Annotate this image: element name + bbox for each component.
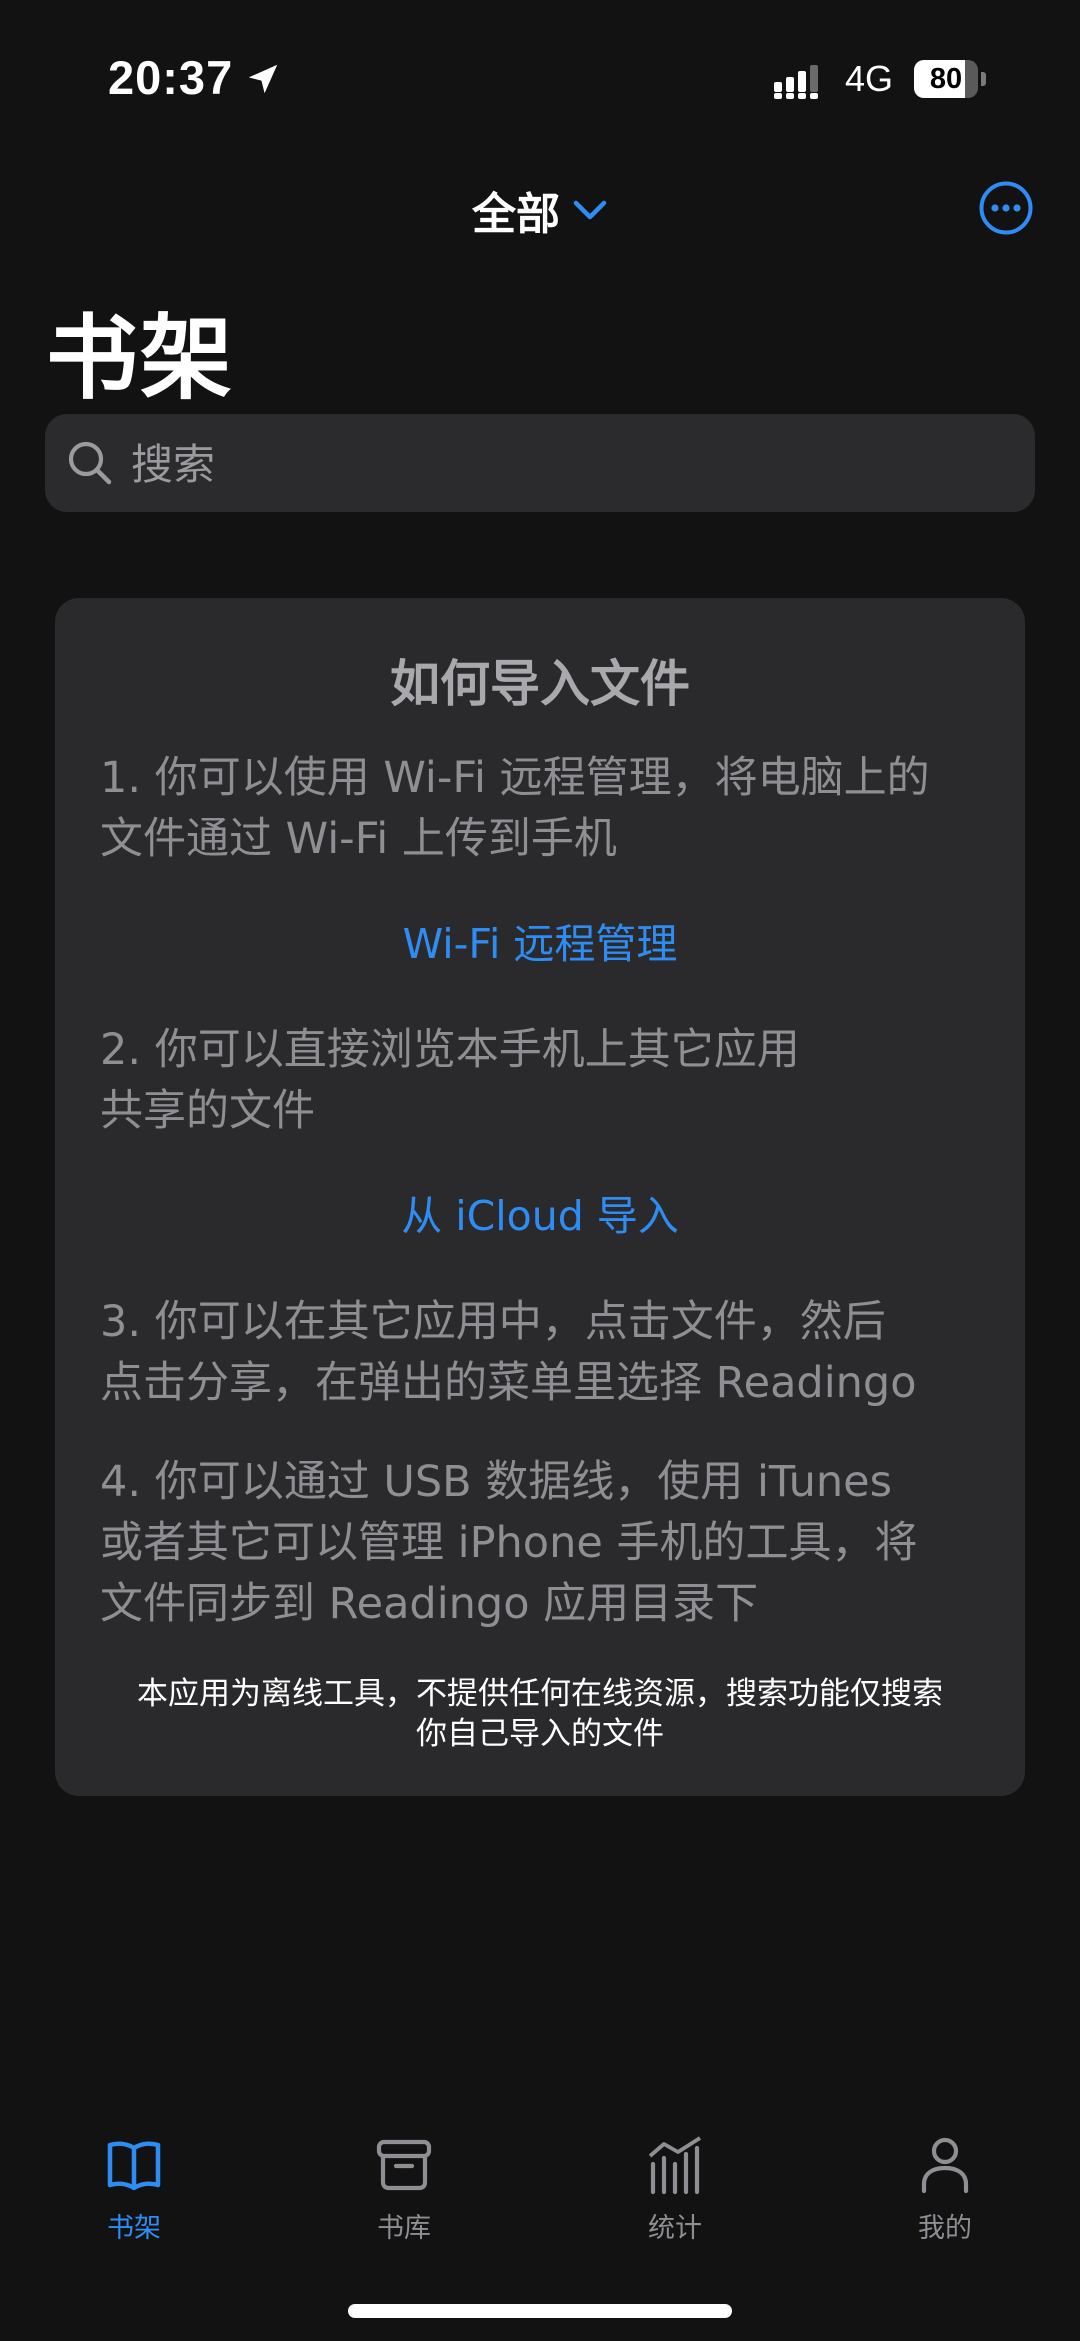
step-4-text: 4. 你可以通过 USB 数据线，使用 iTunes 或者其它可以管理 iPho… [100,1452,1020,1635]
chevron-down-icon [573,200,607,220]
step-3-text: 3. 你可以在其它应用中，点击文件，然后 点击分享，在弹出的菜单里选择 Read… [100,1292,1020,1414]
step-3-line: 3. 你可以在其它应用中，点击文件，然后 [100,1297,886,1347]
location-arrow-icon [248,64,278,94]
tab-label: 书库 [377,2213,431,2244]
card-title: 如何导入文件 [390,655,690,713]
screen: 20:37 4G 80 全部 书架 搜索 如何导入文件 1. 你可以使用 Wi-… [0,0,1080,2341]
import-help-card: 如何导入文件 1. 你可以使用 Wi-Fi 远程管理，将电脑上的 文件通过 Wi… [55,598,1025,1796]
step-4-line: 4. 你可以通过 USB 数据线，使用 iTunes [100,1457,893,1507]
page-title: 书架 [46,305,235,412]
status-time: 20:37 [108,51,234,104]
search-icon [68,441,112,485]
offline-note-line: 本应用为离线工具，不提供任何在线资源，搜索功能仅搜索 [137,1676,943,1712]
tab-label: 统计 [648,2213,702,2244]
step-2-line: 共享的文件 [100,1086,315,1136]
wifi-remote-link[interactable]: Wi-Fi 远程管理 [55,910,1025,970]
home-indicator[interactable] [348,2304,732,2318]
step-4-line: 文件同步到 Readingo 应用目录下 [100,1579,759,1629]
network-type: 4G [845,58,894,99]
tab-library[interactable]: 书库 [314,2110,494,2250]
search-input[interactable] [129,414,1013,514]
battery-tip [981,72,986,86]
tab-profile[interactable]: 我的 [855,2110,1035,2250]
filter-dropdown[interactable]: 全部 [472,178,608,242]
offline-note-line: 你自己导入的文件 [416,1716,664,1752]
tab-label: 书架 [107,2213,161,2244]
step-1-text: 1. 你可以使用 Wi-Fi 远程管理，将电脑上的 文件通过 Wi-Fi 上传到… [100,748,1020,870]
step-2-line: 2. 你可以直接浏览本手机上其它应用 [100,1025,800,1075]
archive-box-icon [376,2139,432,2191]
battery-icon: 80 [914,60,986,98]
step-1-line: 文件通过 Wi-Fi 上传到手机 [100,814,617,864]
offline-note: 本应用为离线工具，不提供任何在线资源，搜索功能仅搜索 你自己导入的文件 [85,1674,995,1754]
search-bar[interactable] [45,414,1035,514]
filter-label: 全部 [472,189,560,240]
person-icon [921,2137,969,2194]
tab-bar: 书架 书库 统计 我的 [0,2110,1080,2250]
battery-level: 80 [929,63,963,95]
cellular-signal-icon [774,65,818,99]
filter-bar: 全部 [0,178,1080,240]
status-bar: 20:37 4G 80 [0,0,1080,150]
step-2-text: 2. 你可以直接浏览本手机上其它应用 共享的文件 [100,1020,1020,1142]
chart-bars-icon [648,2136,702,2195]
book-icon [107,2141,161,2191]
step-3-line: 点击分享，在弹出的菜单里选择 Readingo [100,1358,917,1408]
step-4-line: 或者其它可以管理 iPhone 手机的工具，将 [100,1518,918,1568]
step-1-line: 1. 你可以使用 Wi-Fi 远程管理，将电脑上的 [100,753,930,803]
more-options-icon[interactable] [978,180,1034,236]
tab-statistics[interactable]: 统计 [585,2110,765,2250]
tab-label: 我的 [918,2213,972,2244]
icloud-import-link[interactable]: 从 iCloud 导入 [55,1182,1025,1242]
battery-body: 80 [914,60,978,98]
tab-bookshelf[interactable]: 书架 [44,2110,224,2250]
